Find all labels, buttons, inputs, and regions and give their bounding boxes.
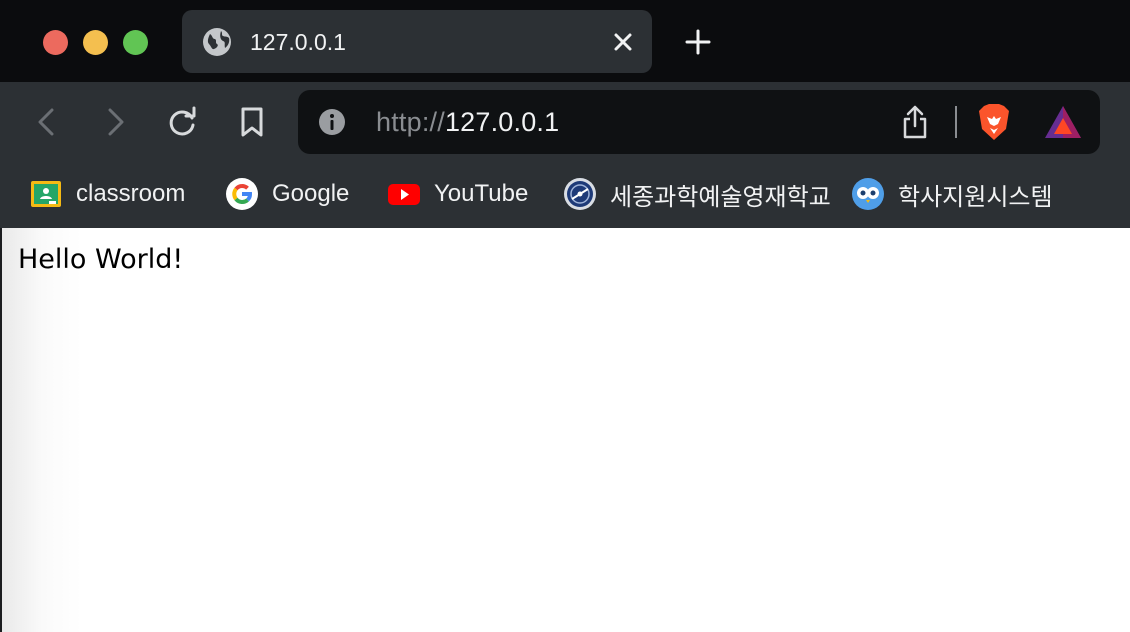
- url-scheme: http://: [376, 107, 445, 137]
- bookmark-label: 학사지원시스템: [898, 183, 1053, 211]
- url-host: 127.0.0.1: [444, 107, 560, 137]
- address-bar-divider: [955, 106, 957, 138]
- page-text: Hello World!: [18, 244, 184, 275]
- tab-strip: 127.0.0.1: [0, 0, 1130, 82]
- bookmark-label: YouTube: [434, 180, 529, 207]
- toolbar: http://127.0.0.1: [0, 82, 1130, 164]
- bookmark-label: Google: [272, 180, 350, 207]
- bookmark-label: 세종과학예술영재학교: [610, 183, 831, 211]
- tab-title: 127.0.0.1: [250, 29, 346, 55]
- forward-button[interactable]: [98, 104, 134, 140]
- browser-window: 127.0.0.1 http://127.0.0.1 classroom Goo…: [0, 0, 1130, 632]
- brave-shields-icon[interactable]: [976, 102, 1012, 142]
- new-tab-button[interactable]: [683, 27, 713, 57]
- bookmark-classroom[interactable]: classroom: [29, 174, 185, 214]
- zoom-window-button[interactable]: [123, 30, 148, 55]
- school-emblem-icon: [564, 178, 596, 210]
- bookmark-label: classroom: [76, 180, 186, 207]
- bookmark-google[interactable]: Google: [225, 174, 349, 214]
- globe-icon: [203, 28, 231, 56]
- bookmark-youtube[interactable]: YouTube: [387, 174, 528, 214]
- close-tab-icon[interactable]: [612, 31, 634, 53]
- share-icon[interactable]: [900, 104, 930, 140]
- page-content: Hello World!: [2, 228, 1130, 632]
- google-icon: [226, 178, 258, 210]
- bookmarks-bar: classroom Google YouTube 세종과학예술영재학교 학사지원…: [0, 164, 1130, 228]
- brave-rewards-icon[interactable]: [1043, 104, 1083, 140]
- tab-active[interactable]: 127.0.0.1: [182, 10, 652, 73]
- close-window-button[interactable]: [43, 30, 68, 55]
- url-text[interactable]: http://127.0.0.1: [376, 105, 559, 139]
- bookmark-sejong-school[interactable]: 세종과학예술영재학교: [563, 174, 831, 214]
- youtube-icon: [388, 184, 420, 205]
- owl-icon: [852, 178, 884, 210]
- back-button[interactable]: [30, 104, 66, 140]
- site-info-icon[interactable]: [318, 108, 346, 136]
- reload-button[interactable]: [164, 104, 200, 140]
- bookmark-academic-system[interactable]: 학사지원시스템: [851, 174, 1053, 214]
- address-bar[interactable]: http://127.0.0.1: [298, 90, 1100, 154]
- bookmark-button[interactable]: [234, 104, 270, 140]
- google-classroom-icon: [31, 181, 61, 207]
- minimize-window-button[interactable]: [83, 30, 108, 55]
